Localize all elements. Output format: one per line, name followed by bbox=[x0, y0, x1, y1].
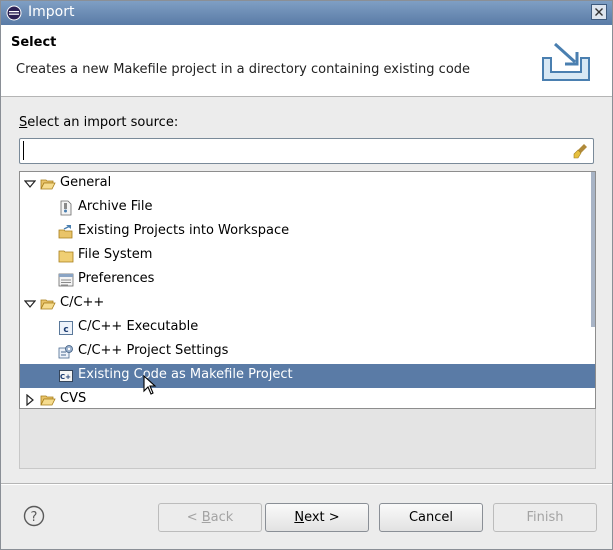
import-source-label: Select an import source: bbox=[19, 115, 178, 130]
tree-item-makefile-project[interactable]: C+ Existing Code as Makefile Project bbox=[20, 364, 595, 388]
existing-projects-icon bbox=[58, 225, 73, 239]
tree-empty-area bbox=[19, 409, 596, 469]
folder-open-icon bbox=[40, 179, 56, 190]
folder-open-icon bbox=[40, 395, 56, 406]
label-text: elect an import source: bbox=[27, 115, 179, 130]
preferences-icon bbox=[58, 273, 74, 287]
import-wizard-icon bbox=[542, 42, 590, 81]
tree-item-label: CVS bbox=[60, 391, 87, 406]
finish-label: Finish bbox=[526, 510, 564, 525]
wizard-header: Select Creates a new Makefile project in… bbox=[1, 25, 612, 97]
cancel-button[interactable]: Cancel bbox=[379, 503, 483, 532]
tree-item-label: C/C++ Executable bbox=[78, 319, 199, 334]
tree-item-archive-file[interactable]: Archive File bbox=[20, 196, 595, 220]
tree-item-c-executable[interactable]: c C/C++ Executable bbox=[20, 316, 595, 340]
finish-button[interactable]: Finish bbox=[493, 503, 597, 532]
tree-item-label: Existing Projects into Workspace bbox=[78, 223, 290, 238]
svg-text:C+: C+ bbox=[60, 373, 71, 381]
expanded-arrow-icon[interactable] bbox=[24, 178, 36, 190]
tree-item-label: General bbox=[60, 175, 112, 190]
eclipse-icon bbox=[6, 5, 22, 21]
tree-item-general[interactable]: General bbox=[20, 172, 595, 196]
page-title: Select bbox=[11, 35, 57, 50]
c-project-settings-icon bbox=[58, 345, 73, 359]
c-executable-icon: c bbox=[59, 321, 73, 335]
tree-item-file-system[interactable]: File System bbox=[20, 244, 595, 268]
tree-item-cvs[interactable]: CVS bbox=[20, 388, 595, 408]
expanded-arrow-icon[interactable] bbox=[24, 298, 36, 310]
next-label: ext > bbox=[304, 510, 340, 525]
folder-icon bbox=[58, 250, 74, 263]
title-bar[interactable]: Import bbox=[1, 1, 612, 25]
next-mnemonic: N bbox=[294, 510, 305, 525]
window-title: Import bbox=[28, 4, 75, 20]
back-prefix: < bbox=[186, 510, 202, 525]
tree-item-c-project-settings[interactable]: C/C++ Project Settings bbox=[20, 340, 595, 364]
filter-field[interactable] bbox=[19, 138, 594, 164]
cancel-label: Cancel bbox=[408, 510, 454, 525]
tree-item-label: Existing Code as Makefile Project bbox=[78, 367, 293, 382]
back-button[interactable]: < Back bbox=[158, 503, 262, 532]
folder-open-icon bbox=[40, 299, 56, 310]
archive-file-icon bbox=[60, 200, 72, 216]
svg-text:c: c bbox=[63, 325, 68, 335]
tree-item-label: C/C++ bbox=[60, 295, 105, 310]
mouse-pointer-icon bbox=[143, 375, 157, 395]
tree-item-label: C/C++ Project Settings bbox=[78, 343, 229, 358]
tree-item-c-cpp[interactable]: C/C++ bbox=[20, 292, 595, 316]
tree-item-label: File System bbox=[78, 247, 153, 262]
tree-item-preferences[interactable]: Preferences bbox=[20, 268, 595, 292]
tree-item-label: Preferences bbox=[78, 271, 155, 286]
clear-filter-icon[interactable] bbox=[572, 142, 590, 160]
tree-item-existing-projects[interactable]: Existing Projects into Workspace bbox=[20, 220, 595, 244]
svg-text:?: ? bbox=[31, 510, 38, 525]
next-button[interactable]: Next > bbox=[265, 503, 369, 532]
help-icon[interactable]: ? bbox=[23, 505, 45, 527]
button-bar-separator bbox=[1, 483, 612, 485]
import-dialog: Import Select Creates a new Makefile pro… bbox=[0, 0, 613, 550]
back-mnemonic: B bbox=[201, 510, 211, 525]
filter-input[interactable] bbox=[23, 141, 564, 160]
tree-item-label: Archive File bbox=[78, 199, 153, 214]
back-label: ack bbox=[210, 510, 234, 525]
import-source-tree[interactable]: General Archive File Existing Projects i… bbox=[19, 171, 596, 409]
makefile-project-icon: C+ bbox=[59, 370, 73, 382]
page-description: Creates a new Makefile project in a dire… bbox=[16, 62, 471, 77]
close-icon[interactable] bbox=[591, 4, 607, 20]
collapsed-arrow-icon[interactable] bbox=[24, 394, 36, 406]
